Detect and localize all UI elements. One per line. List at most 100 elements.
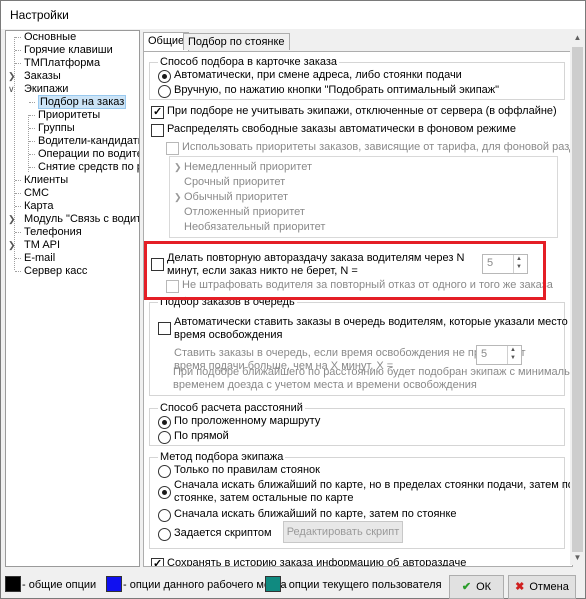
selection-auto-label: Автоматически, при смене адреса, либо ст… [174, 69, 462, 81]
tree-dash [29, 154, 35, 155]
crew-map-then-parking-label: Сначала искать ближайший по карте, затем… [174, 508, 457, 520]
chevron-right-icon: ❯ [174, 162, 182, 172]
tree-item-orders[interactable]: ❯ Заказы [8, 70, 61, 83]
tree-item-main[interactable]: Основные [15, 31, 76, 44]
tree-item-driver-candidates[interactable]: Водители-кандидаты [29, 135, 139, 148]
tree-dash [15, 37, 21, 38]
tree-dash [29, 141, 35, 142]
auto-queue-label-line2: время освобождения [174, 329, 283, 341]
auto-queue-label-line1: Автоматически ставить заказы в очередь в… [174, 316, 573, 328]
crew-parking-label: Только по правилам стоянок [174, 464, 320, 476]
legend-label-general: - общие опции [22, 579, 97, 591]
tree-item-driver-link-module[interactable]: ❯Модуль "Связь с водителя [8, 213, 139, 226]
legend-swatch-general [5, 576, 21, 592]
priority-item[interactable]: ❯ Обычный приоритет [174, 191, 288, 203]
checkmark-icon: ✔ [461, 581, 472, 593]
tree-dash [29, 102, 35, 103]
settings-tree[interactable]: Основные Горячие клавиши ТМПлатформа ❯ За… [5, 30, 140, 567]
tree-dash [15, 180, 21, 181]
content-scrollbar[interactable]: ▲ ▼ [570, 30, 585, 565]
chevron-right-icon[interactable]: ❯ [8, 239, 16, 252]
tree-dash [29, 115, 35, 116]
window-title: Настройки [10, 8, 69, 22]
selection-manual-radio[interactable] [158, 85, 171, 98]
crew-script-radio[interactable] [158, 528, 171, 541]
cancel-button[interactable]: ✖ Отмена [508, 575, 576, 599]
legend-swatch-workstation [106, 576, 122, 592]
tree-dash [29, 128, 35, 129]
scroll-down-icon[interactable]: ▼ [570, 550, 585, 565]
highlight-box [144, 241, 546, 300]
tree-item-tm-api[interactable]: ❯ TM API [8, 239, 60, 252]
tree-item-tmplatform[interactable]: ТМПлатформа [15, 57, 100, 70]
tree-item-hotkeys[interactable]: Горячие клавиши [15, 44, 113, 57]
crew-map-then-parking-radio[interactable] [158, 509, 171, 522]
tree-item-cash-server[interactable]: Сервер касс [15, 265, 87, 278]
priority-list[interactable]: ❯ Немедленный приоритет Срочный приоритет… [169, 156, 558, 238]
selection-manual-label: Вручную, по нажатию кнопки "Подобрать оп… [174, 84, 500, 96]
tree-dash [15, 232, 21, 233]
priority-item[interactable]: Необязательный приоритет [174, 221, 325, 233]
chevron-right-icon[interactable]: ❯ [8, 70, 16, 83]
save-history-checkbox[interactable] [151, 557, 164, 566]
tree-item-clients[interactable]: Клиенты [15, 174, 68, 187]
selection-auto-radio[interactable] [158, 70, 171, 83]
tree-dash [15, 50, 21, 51]
selection-method-title: Способ подбора в карточке заказа [158, 56, 340, 68]
crew-parking-radio[interactable] [158, 465, 171, 478]
close-icon: ✖ [515, 581, 525, 593]
background-distribution-checkbox[interactable] [151, 124, 164, 137]
background-distribution-label: Распределять свободные заказы автоматиче… [167, 123, 516, 135]
auto-queue-checkbox[interactable] [158, 322, 171, 335]
edit-script-button[interactable]: Редактировать скрипт [283, 521, 403, 543]
tree-item-map[interactable]: Карта [15, 200, 53, 213]
ok-button[interactable]: ✔ ОК [449, 575, 504, 599]
spinner-up-icon[interactable]: ▲ [510, 347, 516, 353]
tree-item-priorities[interactable]: Приоритеты [29, 109, 100, 122]
scroll-up-icon[interactable]: ▲ [570, 30, 585, 45]
tree-dash [29, 167, 35, 168]
queue-note-line2: временем доезда с учетом места и времени… [173, 379, 477, 391]
spinner-buttons[interactable]: ▲ ▼ [507, 346, 521, 364]
tree-item-driver-operations[interactable]: Операции по водителе [29, 148, 139, 161]
distance-group: Способ расчета расстояний По проложенном… [149, 402, 565, 446]
legend-swatch-user [265, 576, 281, 592]
queue-minutes-spinner[interactable]: 5 ▲ ▼ [476, 345, 522, 365]
tree-item-email[interactable]: E-mail [15, 252, 55, 265]
legend-label-user: - опции текущего пользователя [282, 579, 442, 591]
tree-dash [15, 258, 21, 259]
tree-item-funds-withdrawal[interactable]: Снятие средств по рас [29, 161, 139, 174]
ignore-offline-label: При подборе не учитывать экипажи, отключ… [167, 105, 557, 117]
tree-item-groups[interactable]: Группы [29, 122, 75, 135]
crew-map-parking-label-line1: Сначала искать ближайший по карте, но в … [174, 479, 573, 491]
spinner-down-icon[interactable]: ▼ [510, 355, 516, 361]
tree-item-telephony[interactable]: Телефония [15, 226, 82, 239]
distance-route-label: По проложенному маршруту [174, 415, 321, 427]
tree-item-sms[interactable]: СМС [15, 187, 49, 200]
chevron-down-icon[interactable]: ∨ [8, 83, 15, 96]
use-priorities-checkbox[interactable] [166, 142, 179, 155]
tree-dash [15, 206, 21, 207]
use-priorities-label: Использовать приоритеты заказов, зависящ… [182, 141, 573, 153]
legend-label-workstation: - опции данного рабочего места [123, 579, 287, 591]
crew-script-label: Задается скриптом [174, 527, 272, 539]
priority-item[interactable]: Срочный приоритет [174, 176, 285, 188]
crew-map-parking-radio[interactable] [158, 486, 171, 499]
tree-item-order-selection[interactable]: Подбор на заказ [29, 95, 127, 109]
selection-method-group: Способ подбора в карточке заказа Автомат… [149, 56, 565, 100]
chevron-right-icon[interactable]: ❯ [8, 213, 16, 226]
distance-route-radio[interactable] [158, 416, 171, 429]
crew-method-group: Метод подбора экипажа Только по правилам… [149, 451, 572, 549]
tree-dash [15, 271, 21, 272]
crew-method-title: Метод подбора экипажа [158, 451, 286, 463]
settings-window: Настройки Основные Горячие клавиши ТМПла… [0, 0, 586, 599]
priority-item[interactable]: ❯ Немедленный приоритет [174, 161, 312, 173]
tree-dash [15, 193, 21, 194]
priority-item[interactable]: Отложенный приоритет [174, 206, 305, 218]
scroll-thumb[interactable] [572, 47, 583, 552]
tab-parking-selection[interactable]: Подбор по стоянке [183, 33, 290, 50]
queue-threshold-text-line1: Ставить заказы в очередь, если время осв… [174, 347, 526, 359]
distance-straight-radio[interactable] [158, 431, 171, 444]
queue-note-line1: При подборе ближайшего по расстоянию буд… [173, 366, 573, 378]
ignore-offline-checkbox[interactable] [151, 105, 164, 119]
